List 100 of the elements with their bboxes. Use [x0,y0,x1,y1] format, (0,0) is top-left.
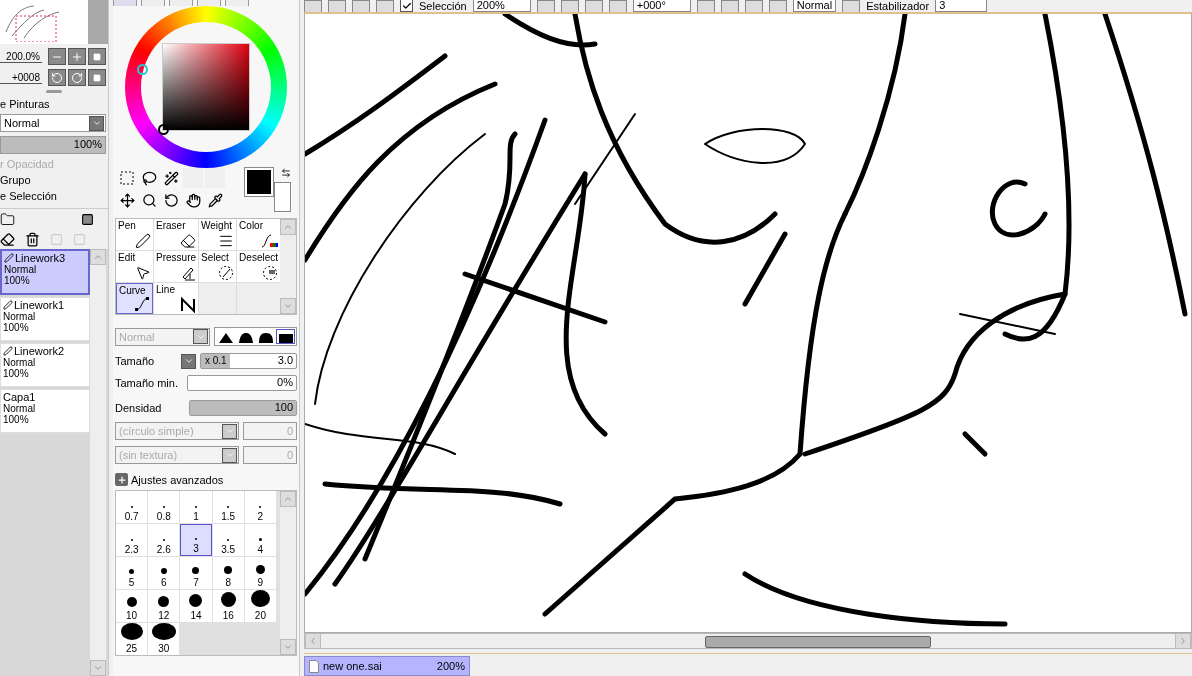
toolbar-button[interactable] [696,0,715,12]
brush-size-preset[interactable]: 20 [244,590,276,622]
brush-tool[interactable]: Weight [199,219,237,250]
rotate-left-button[interactable] [48,69,66,86]
brush-tip-icon [218,333,233,343]
rotate-icon [163,192,179,208]
brush-size-preset[interactable]: 10 [116,590,148,622]
brush-tool[interactable]: Curve [116,283,154,314]
density-label: Densidad [115,402,163,414]
layer-option[interactable]: e Selección [0,188,108,204]
brush-tip-selector[interactable] [214,327,297,346]
chevron-down-icon [283,642,293,652]
brush-tool[interactable]: Line [154,283,199,314]
toolbar-button[interactable] [744,0,763,12]
brush-size-preset[interactable]: 3 [180,524,212,556]
size-slider[interactable]: x 0.1 3.0 [200,353,297,369]
brush-size-preset[interactable]: 6 [148,557,180,589]
brush-size-preset[interactable]: 0.7 [116,491,148,523]
brush-tool[interactable]: Deselect [237,251,280,282]
toolbar-button[interactable] [768,0,787,12]
brush-size-preset[interactable]: 1.5 [212,491,244,523]
brush-size-preset[interactable]: 7 [180,557,212,589]
eraser-icon [180,233,197,249]
brush-tool[interactable]: Edit [116,251,154,282]
folder-icon[interactable] [0,212,15,227]
brush-tool[interactable]: Eraser [154,219,199,250]
zoom-select[interactable]: 200% [472,0,531,12]
reset-rotation-button[interactable] [88,69,106,86]
brush-size-preset[interactable]: 5 [116,557,148,589]
rectangle-select-tool[interactable] [117,168,137,188]
toolbar-button[interactable] [560,0,579,12]
toolbar-button[interactable] [608,0,627,12]
trash-icon[interactable] [25,232,40,247]
pen-icon [3,300,13,310]
layer-opacity: 100% [3,414,30,425]
brush-size-preset[interactable]: 0.8 [148,491,180,523]
chevron-down-icon [93,663,103,673]
blend-select[interactable]: Normal [792,0,837,12]
rotation-field[interactable]: +0008 [0,71,42,84]
brush-size-preset[interactable]: 12 [148,590,180,622]
primary-color-swatch[interactable] [245,168,273,196]
brush-size-preset[interactable]: 8 [212,557,244,589]
rotate-right-button[interactable] [68,69,86,86]
toolbar-button[interactable] [842,0,861,12]
brush-size-preset[interactable]: 14 [180,590,212,622]
mask-icon[interactable] [81,213,94,226]
brush-dot-icon [258,537,263,541]
brush-size-preset[interactable]: 2.6 [148,524,180,556]
brush-dot-icon [126,597,137,607]
advanced-settings-label[interactable]: Ajustes avanzados [131,473,224,486]
min-size-slider[interactable]: 0% [187,375,297,391]
square-icon [93,73,101,82]
brush-size-preset[interactable]: 4 [244,524,276,556]
blend-mode-select[interactable]: Normal [0,114,106,132]
plus-icon [71,50,83,63]
reset-zoom-button[interactable] [88,48,106,65]
panel-grip[interactable] [46,89,62,93]
selection-checkbox[interactable] [400,0,413,12]
brush-size-preset[interactable]: 1 [180,491,212,523]
brush-dot-icon [224,566,233,574]
brush-tool[interactable]: Pen [116,219,154,250]
swap-icon[interactable] [281,168,291,178]
angle-select[interactable]: +000° [632,0,691,12]
brush-tool[interactable]: Pressure [154,251,199,282]
zoom-out-button[interactable] [48,48,66,65]
layer-item[interactable]: Linework1 Normal 100% [0,297,90,341]
brush-size-preset[interactable]: 3.5 [212,524,244,556]
toolbar-button[interactable] [584,0,603,12]
section-label: e Pinturas [0,97,51,112]
density-slider[interactable]: 100 [189,400,297,416]
zoom-field[interactable]: 200.0% [0,50,42,63]
horizontal-scrollbar[interactable] [304,633,1192,649]
toolbar-button[interactable] [536,0,555,12]
brush-size-preset[interactable]: 2.3 [116,524,148,556]
layer-name: Linework2 [14,345,65,357]
clear-layer-icon[interactable] [0,232,15,247]
brush-size-preset[interactable]: 9 [244,557,276,589]
opacity-slider[interactable]: 100% [0,136,106,154]
horizontal-scroll-thumb[interactable] [705,636,931,648]
document-tab[interactable]: new one.sai 200% [304,656,470,676]
layer-item[interactable]: Capa1 Normal 100% [0,389,90,433]
expand-icon[interactable] [115,473,128,486]
color-marker [158,124,169,135]
size-range-button[interactable] [181,353,196,369]
secondary-color-swatch[interactable] [274,182,291,212]
chevron-up-icon [283,222,293,232]
layer-item[interactable]: Linework2 Normal 100% [0,343,90,387]
brush-size-preset[interactable]: 16 [212,590,244,622]
layer-option[interactable]: Grupo [0,172,108,188]
brush-tool[interactable]: Color [237,219,280,250]
layer-item[interactable]: Linework3 Normal 100% [0,249,90,295]
curve-icon [134,296,151,312]
brush-tool[interactable]: Select [199,251,237,282]
brush-size-preset[interactable]: 30 [148,623,180,655]
toolbar-button[interactable] [720,0,739,12]
chevron-down-icon [224,450,235,460]
zoom-in-button[interactable] [68,48,86,65]
brush-size-preset[interactable]: 25 [116,623,148,655]
stabilizer-select[interactable]: 3 [935,0,988,12]
brush-size-preset[interactable]: 2 [244,491,276,523]
